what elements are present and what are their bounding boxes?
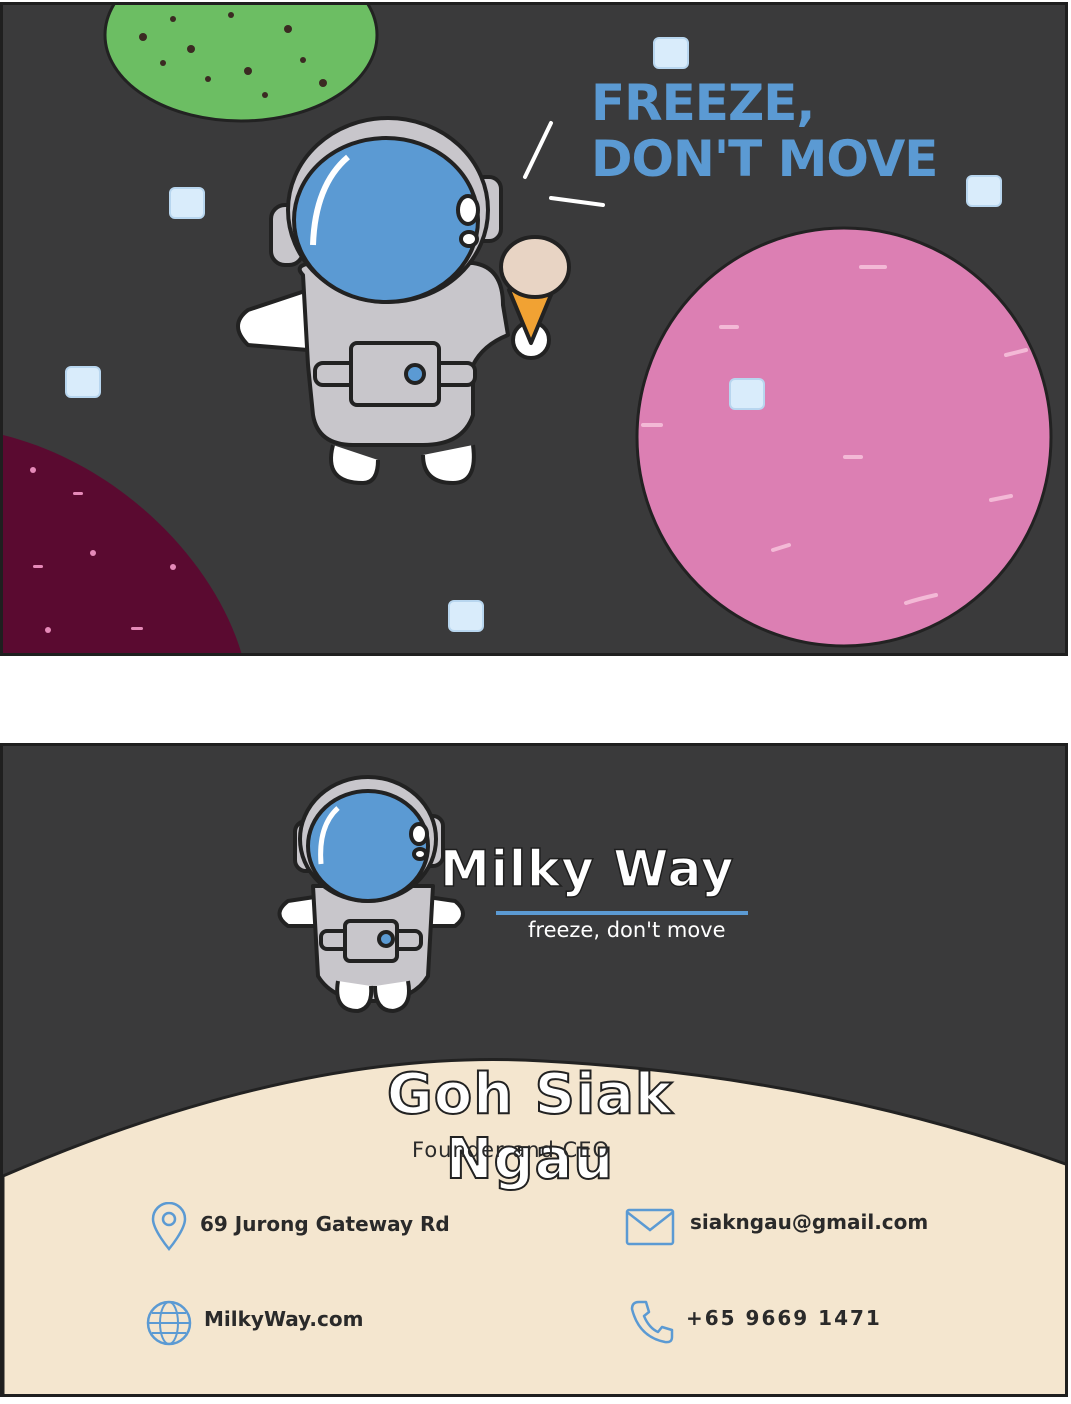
person-title: Founder and CEO [412, 1138, 611, 1162]
phone-icon [630, 1300, 674, 1344]
astronaut-with-ice-cream [236, 116, 571, 485]
logo-astronaut [277, 775, 465, 1013]
business-card-front: FREEZE, DON'T MOVE [0, 2, 1068, 656]
person-name: Goh Siak Ngau [386, 1061, 674, 1193]
headline-line-2: DON'T MOVE [591, 130, 938, 188]
maroon-planet [3, 435, 242, 653]
contact-address: 69 Jurong Gateway Rd [200, 1212, 450, 1236]
green-planet [103, 5, 379, 123]
envelope-icon [625, 1208, 675, 1246]
brand-name: Milky Way [439, 839, 735, 899]
brand-tagline: freeze, don't move [528, 918, 726, 942]
contact-email[interactable]: siakngau@gmail.com [690, 1210, 928, 1234]
contact-phone[interactable]: +65 9669 1471 [686, 1306, 882, 1330]
pink-planet [635, 226, 1053, 648]
globe-icon [146, 1300, 192, 1346]
location-pin-icon [151, 1202, 187, 1251]
contact-website[interactable]: MilkyWay.com [204, 1307, 363, 1331]
headline-line-1: FREEZE, [591, 74, 815, 132]
headline: FREEZE, DON'T MOVE [591, 75, 951, 187]
brand-underline [496, 911, 748, 915]
